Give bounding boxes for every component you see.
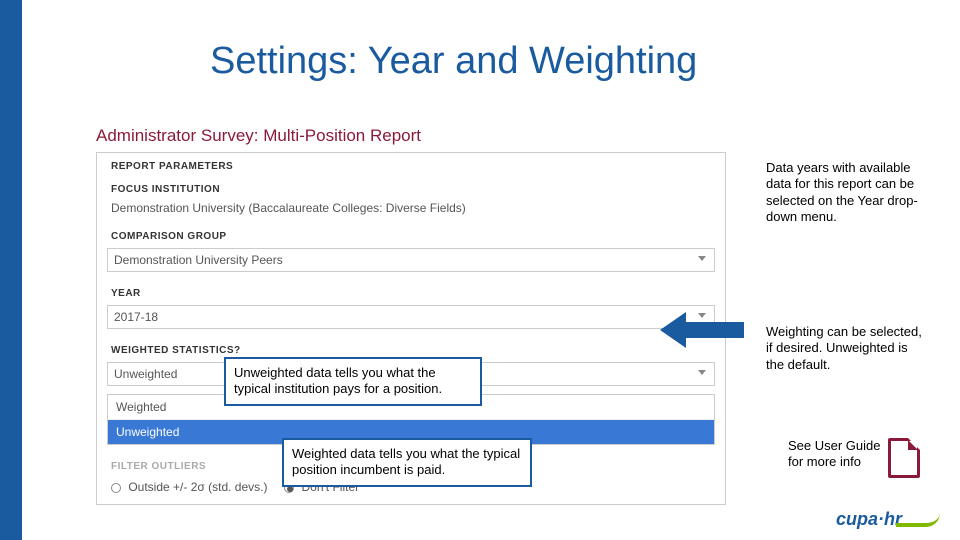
weighted-value: Unweighted — [114, 367, 177, 381]
callout-weighted: Weighted data tells you what the typical… — [282, 438, 532, 487]
focus-institution-label: FOCUS INSTITUTION — [97, 176, 725, 199]
year-label: YEAR — [97, 280, 725, 303]
comparison-group-value: Demonstration University Peers — [114, 253, 283, 267]
comparison-group-dropdown[interactable]: Demonstration University Peers — [107, 248, 715, 272]
report-params-label: REPORT PARAMETERS — [97, 153, 725, 176]
swoosh-icon — [896, 513, 940, 527]
callout-unweighted: Unweighted data tells you what the typic… — [224, 357, 482, 406]
chevron-down-icon — [698, 256, 706, 261]
slide: Settings: Year and Weighting Administrat… — [0, 0, 960, 540]
year-value: 2017-18 — [114, 310, 158, 324]
survey-title: Administrator Survey: Multi-Position Rep… — [96, 126, 421, 146]
radio-outside-2sd[interactable] — [111, 483, 121, 493]
accent-bar — [0, 0, 22, 540]
note-weighting: Weighting can be selected, if desired. U… — [766, 324, 928, 373]
document-icon — [888, 438, 920, 478]
comparison-group-label: COMPARISON GROUP — [97, 223, 725, 246]
logo-text: cupa·hr — [836, 509, 902, 529]
year-dropdown[interactable]: 2017-18 — [107, 305, 715, 329]
focus-institution-value: Demonstration University (Baccalaureate … — [97, 199, 725, 223]
note-data-years: Data years with available data for this … — [766, 160, 924, 225]
logo: cupa·hr — [836, 509, 940, 530]
page-title: Settings: Year and Weighting — [210, 40, 697, 83]
chevron-down-icon — [698, 313, 706, 318]
chevron-down-icon — [698, 370, 706, 375]
radio-outside-2sd-label: Outside +/- 2σ (std. devs.) — [128, 480, 267, 494]
note-user-guide: See User Guide for more info — [788, 438, 883, 471]
